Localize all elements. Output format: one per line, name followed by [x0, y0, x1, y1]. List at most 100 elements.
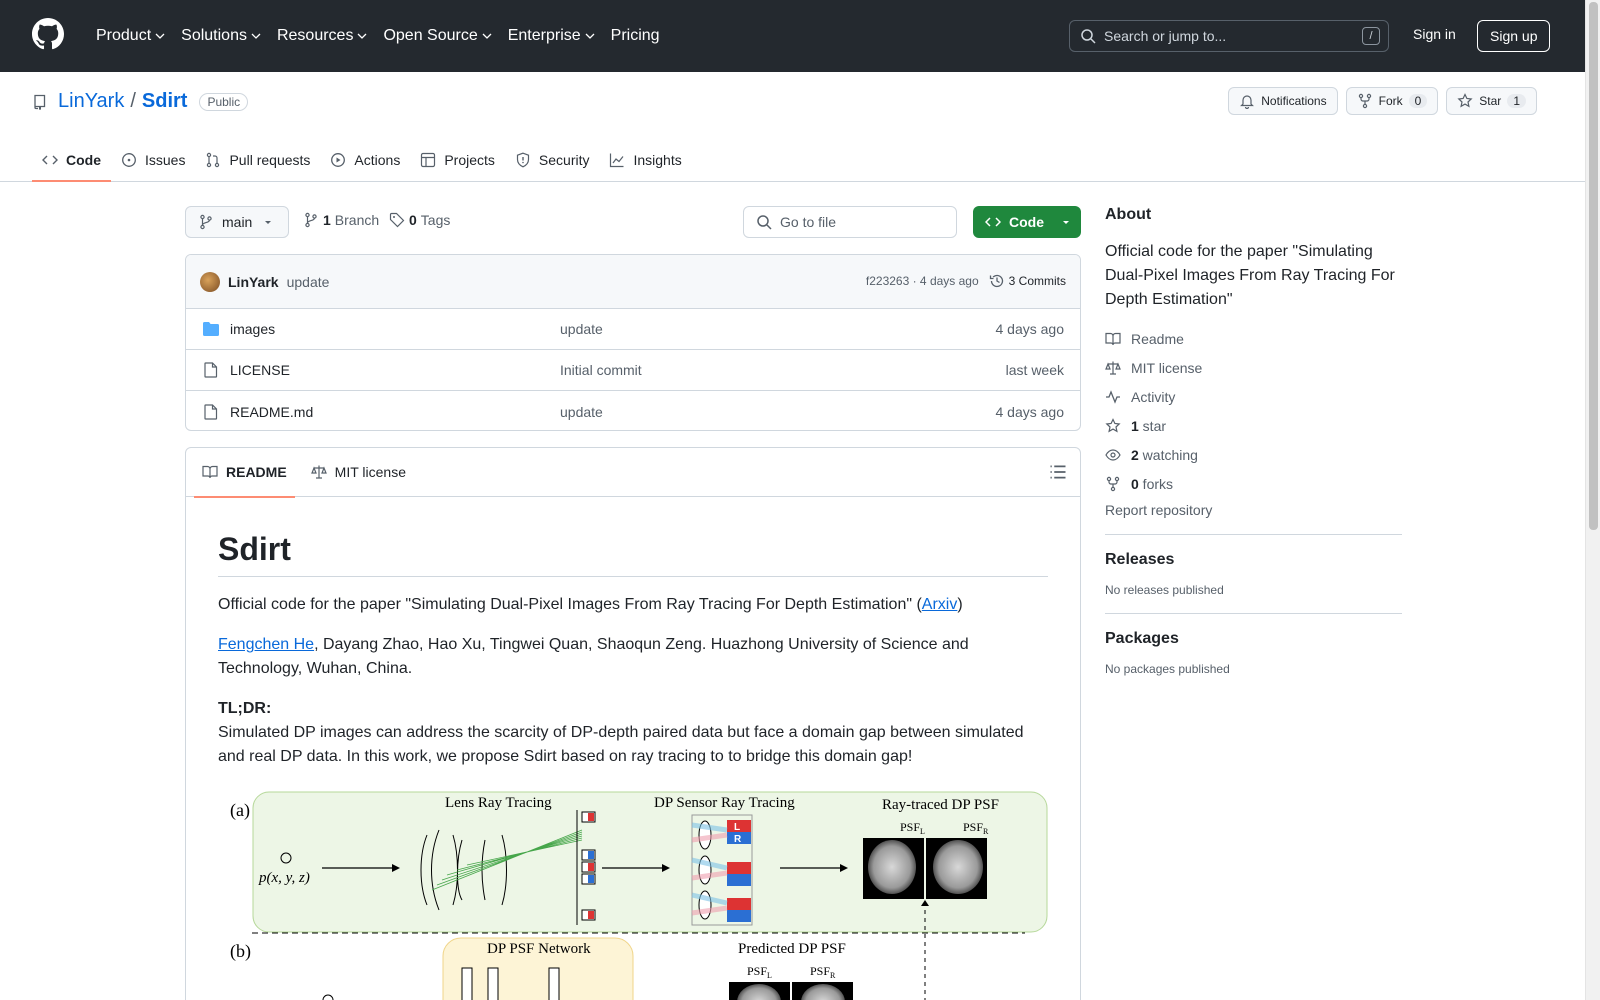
activity-link-label: Activity — [1131, 388, 1176, 405]
forks-link[interactable]: 0 forks — [1105, 469, 1402, 498]
author-link[interactable]: Fengchen He — [218, 636, 314, 653]
releases-heading[interactable]: Releases — [1105, 551, 1402, 569]
tab-security[interactable]: Security — [505, 138, 600, 182]
intro-text: Official code for the paper "Simulating … — [218, 596, 922, 613]
pull-request-icon — [207, 152, 220, 168]
watchers-text: 2 watching — [1131, 447, 1198, 463]
commit-hash-time[interactable]: f223263 · 4 days ago — [866, 274, 979, 288]
tab-readme[interactable]: README — [194, 448, 295, 498]
tags-label: Tags — [420, 212, 451, 228]
repo-name-link[interactable]: Sdirt — [142, 90, 188, 113]
activity-link[interactable]: Activity — [1105, 382, 1402, 411]
tab-pull-requests[interactable]: Pull requests — [195, 138, 320, 182]
repo-header: LinYark / Sdirt Public Notifications For… — [0, 72, 1585, 182]
nav-solutions[interactable]: Solutions — [173, 27, 269, 45]
file-row[interactable]: LICENSE Initial commit last week — [186, 350, 1080, 391]
file-row[interactable]: README.md update 4 days ago — [186, 391, 1080, 430]
packages-heading[interactable]: Packages — [1105, 630, 1402, 648]
github-logo-icon[interactable] — [32, 18, 64, 50]
book-icon — [1105, 332, 1121, 345]
file-name-link[interactable]: README.md — [230, 404, 560, 420]
tab-license[interactable]: MIT license — [303, 448, 414, 497]
readme-tldr: TL;DR: Simulated DP images can address th… — [218, 697, 1048, 769]
about-heading: About — [1105, 206, 1152, 223]
global-search-input[interactable]: Search or jump to... / — [1069, 20, 1389, 52]
code-dropdown-button[interactable]: Code — [973, 206, 1081, 238]
commit-meta: f223263 · 4 days ago 3 Commits — [866, 273, 1066, 289]
notifications-button[interactable]: Notifications — [1228, 87, 1338, 115]
readme-title: Sdirt — [218, 497, 1048, 577]
repo-icon — [34, 94, 46, 110]
nav-resources[interactable]: Resources — [269, 27, 375, 45]
fork-label: Fork — [1378, 94, 1403, 108]
caret-down-icon — [265, 221, 272, 224]
sign-up-button[interactable]: Sign up — [1477, 20, 1551, 52]
file-date: last week — [1005, 362, 1064, 378]
file-name-link[interactable]: images — [230, 321, 560, 337]
tab-insights[interactable]: Insights — [599, 138, 691, 182]
search-icon — [1081, 29, 1096, 44]
repo-tabs: Code Issues Pull requests Actions Projec… — [32, 138, 692, 182]
stars-text: 1 star — [1131, 418, 1166, 434]
forks-label: forks — [1138, 475, 1174, 492]
watchers-count: 2 — [1131, 446, 1139, 463]
watchers-link[interactable]: 2 watching — [1105, 440, 1402, 469]
pulse-icon — [1106, 389, 1120, 404]
branch-icon — [305, 212, 317, 228]
fork-button[interactable]: Fork 0 — [1345, 87, 1439, 115]
tab-code[interactable]: Code — [32, 138, 111, 182]
forks-text: 0 forks — [1131, 476, 1173, 492]
outline-list-icon[interactable] — [1048, 462, 1068, 482]
chevron-down-icon — [357, 33, 367, 39]
go-to-file-placeholder: Go to file — [780, 214, 837, 230]
branch-icon — [200, 214, 212, 230]
file-date: 4 days ago — [995, 321, 1065, 337]
branch-select-button[interactable]: main — [185, 206, 290, 238]
pixel-l-label: L — [734, 822, 740, 833]
nav-open-source[interactable]: Open Source — [375, 27, 499, 45]
tags-link[interactable]: 0 Tags — [389, 212, 450, 228]
authors-text: , Dayang Zhao, Hao Xu, Tingwei Quan, Sha… — [218, 636, 969, 677]
search-placeholder: Search or jump to... — [1104, 28, 1227, 44]
commits-history-link[interactable]: 3 Commits — [989, 273, 1066, 289]
divider — [1105, 534, 1402, 535]
avatar[interactable] — [200, 271, 220, 292]
star-label: Star — [1479, 94, 1502, 108]
tab-issues[interactable]: Issues — [111, 138, 195, 182]
issue-icon — [122, 153, 136, 167]
commit-author-link[interactable]: LinYark — [228, 274, 279, 290]
branches-count: 1 — [323, 212, 331, 228]
file-icon — [204, 362, 218, 378]
commit-message-link[interactable]: update — [287, 274, 330, 290]
scrollbar-thumb[interactable] — [1589, 2, 1598, 530]
tab-projects[interactable]: Projects — [410, 138, 505, 182]
page-scrollbar[interactable] — [1585, 0, 1600, 1000]
sign-in-link[interactable]: Sign in — [1413, 26, 1456, 42]
file-commit-message[interactable]: Initial commit — [560, 362, 642, 378]
shield-icon — [516, 152, 530, 168]
notifications-label: Notifications — [1261, 94, 1327, 108]
go-to-file-input[interactable]: Go to file — [743, 206, 957, 238]
play-icon — [331, 153, 346, 167]
global-nav: Product Solutions Resources Open Source … — [88, 0, 668, 72]
branches-link[interactable]: 1 Branch — [303, 212, 379, 228]
nav-pricing[interactable]: Pricing — [603, 27, 668, 45]
file-date: 4 days ago — [995, 403, 1065, 420]
tab-actions[interactable]: Actions — [320, 138, 410, 182]
file-commit-message[interactable]: update — [560, 321, 603, 337]
readme-link[interactable]: Readme — [1105, 324, 1402, 353]
nav-product[interactable]: Product — [88, 27, 173, 45]
file-name-link[interactable]: LICENSE — [230, 362, 560, 378]
arxiv-link[interactable]: Arxiv — [922, 596, 958, 613]
stars-link[interactable]: 1 star — [1105, 411, 1402, 440]
star-button[interactable]: Star 1 — [1446, 87, 1537, 115]
fork-icon — [1358, 93, 1371, 109]
license-link[interactable]: MIT license — [1105, 353, 1402, 382]
report-repository-link[interactable]: Report repository — [1105, 502, 1402, 518]
file-row[interactable]: images update 4 days ago — [186, 309, 1080, 350]
file-commit-message[interactable]: update — [560, 404, 603, 420]
tab-issues-label: Issues — [145, 152, 186, 168]
nav-enterprise[interactable]: Enterprise — [500, 27, 603, 45]
ray-traced-psf-label: Ray-traced DP PSF — [882, 797, 999, 813]
repo-owner-link[interactable]: LinYark — [58, 90, 124, 113]
